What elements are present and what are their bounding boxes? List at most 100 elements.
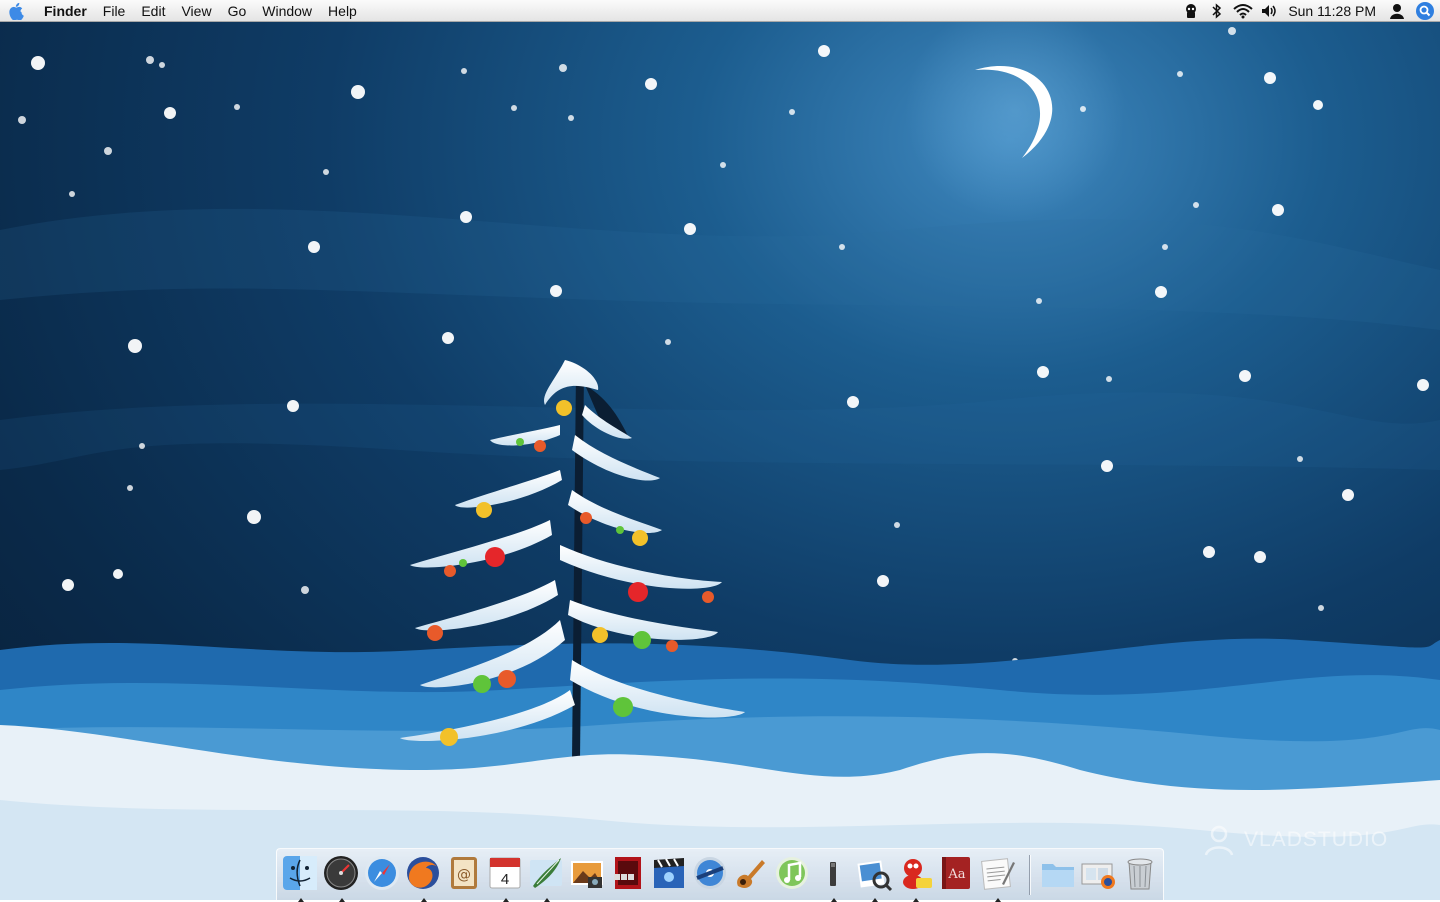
running-indicator	[503, 898, 509, 902]
documents-folder-icon[interactable]	[1039, 854, 1077, 892]
snowflake	[128, 339, 142, 353]
snowflake	[1101, 460, 1113, 472]
garageband-icon[interactable]	[732, 854, 770, 892]
snowflake	[164, 107, 176, 119]
adium-icon[interactable]	[896, 854, 934, 902]
snowflake	[847, 396, 859, 408]
vladstudio-logo-icon	[1204, 825, 1234, 856]
menu-edit[interactable]: Edit	[133, 0, 173, 22]
snowflake	[1272, 204, 1284, 216]
snowflake	[1203, 546, 1215, 558]
bluetooth-icon[interactable]	[1204, 0, 1230, 22]
running-indicator	[421, 898, 427, 902]
snowflake	[720, 162, 726, 168]
snowflake	[1239, 370, 1251, 382]
snowflake	[1193, 202, 1199, 208]
snowflake	[234, 104, 240, 110]
snowflake	[159, 62, 165, 68]
snowflake	[550, 285, 562, 297]
winter-scene	[0, 0, 1440, 900]
terminal-icon[interactable]	[814, 854, 852, 902]
safari-icon[interactable]	[363, 854, 401, 892]
snowflake	[789, 109, 795, 115]
running-indicator	[339, 898, 345, 902]
apple-menu-icon[interactable]	[0, 0, 34, 22]
snowflake	[127, 485, 133, 491]
snowflake	[301, 586, 309, 594]
menu-file[interactable]: File	[95, 0, 134, 22]
snowflake	[104, 147, 112, 155]
running-indicator	[913, 898, 919, 902]
calendar-day: 4	[501, 871, 509, 888]
imovie-icon[interactable]	[650, 854, 688, 892]
menu-window[interactable]: Window	[254, 0, 320, 22]
snowflake	[684, 223, 696, 235]
menu-go[interactable]: Go	[220, 0, 255, 22]
snowflake	[1162, 244, 1168, 250]
downloads-stack-icon[interactable]	[1080, 854, 1118, 892]
dictionary-icon[interactable]: Aa	[937, 854, 975, 892]
running-indicator	[872, 898, 878, 902]
snowflake	[146, 56, 154, 64]
menu-clock[interactable]: Sun 11:28 PM	[1282, 0, 1384, 22]
snowflake	[1417, 379, 1429, 391]
preview-icon[interactable]	[855, 854, 893, 902]
itunes-icon[interactable]	[773, 854, 811, 892]
dashboard-icon[interactable]	[322, 854, 360, 902]
snowflake	[559, 64, 567, 72]
menu-app-name[interactable]: Finder	[34, 0, 95, 22]
snowflake	[1080, 106, 1086, 112]
snowflake	[839, 244, 845, 250]
svg-text:Aa: Aa	[947, 867, 965, 882]
snowflake	[894, 522, 900, 528]
snowflake	[511, 105, 517, 111]
snowflake	[69, 191, 75, 197]
volume-icon[interactable]	[1256, 0, 1282, 22]
firefox-icon[interactable]	[404, 854, 442, 902]
snowflake	[308, 241, 320, 253]
menu-help[interactable]: Help	[320, 0, 365, 22]
running-indicator	[298, 898, 304, 902]
snowflake	[665, 339, 671, 345]
wifi-icon[interactable]	[1230, 0, 1256, 22]
mail-icon[interactable]	[527, 854, 565, 902]
snowflake	[1036, 298, 1042, 304]
watermark-text: VLADSTUDIO	[1244, 828, 1389, 851]
svg-text:@: @	[457, 867, 471, 883]
menu-view[interactable]: View	[173, 0, 219, 22]
spotlight-icon[interactable]	[1410, 0, 1440, 22]
snowflake	[1342, 489, 1354, 501]
snowflake	[460, 211, 472, 223]
textedit-icon[interactable]	[978, 854, 1016, 902]
address-book-icon[interactable]: @	[445, 854, 483, 892]
running-indicator	[544, 898, 550, 902]
running-indicator	[995, 898, 1001, 902]
snowflake	[351, 85, 365, 99]
menu-bar: Finder File Edit View Go Window Help Sun…	[0, 0, 1440, 22]
trash-icon[interactable]	[1121, 854, 1159, 892]
snowflake	[139, 443, 145, 449]
snowflake	[1297, 456, 1303, 462]
snowflake	[287, 400, 299, 412]
snowflake	[1177, 71, 1183, 77]
snowflake	[247, 510, 261, 524]
dock-separator	[1029, 855, 1030, 895]
vpn-icon[interactable]	[1178, 0, 1204, 22]
snowflake	[1228, 27, 1236, 35]
photo-booth-icon[interactable]	[609, 854, 647, 892]
running-indicator	[831, 898, 837, 902]
snowflake	[62, 579, 74, 591]
snowflake	[1318, 605, 1324, 611]
dvd-player-icon[interactable]	[691, 854, 729, 892]
finder-icon[interactable]	[281, 854, 319, 902]
desktop-wallpaper: VLADSTUDIO	[0, 0, 1440, 900]
snowflake	[461, 68, 467, 74]
snowflake	[323, 169, 329, 175]
user-icon[interactable]	[1384, 0, 1410, 22]
ical-icon[interactable]: 4	[486, 854, 524, 902]
snowflake	[1313, 100, 1323, 110]
vladstudio-watermark: VLADSTUDIO	[1202, 820, 1402, 860]
snowflake	[1106, 376, 1112, 382]
iphoto-icon[interactable]	[568, 854, 606, 892]
snowflake	[442, 332, 454, 344]
